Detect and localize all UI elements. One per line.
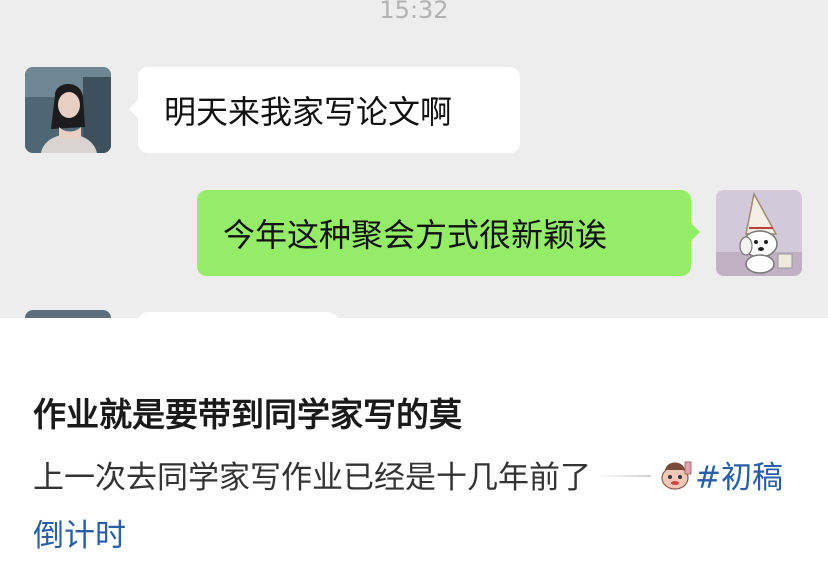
received-message-bubble[interactable]: 明天来我家写论文啊	[129, 67, 520, 153]
cartoon-dog-icon	[716, 190, 802, 276]
sent-message-text: 今年这种聚会方式很新颖诶	[223, 216, 608, 254]
divider-line	[597, 474, 651, 477]
message-timestamp: 15:32	[379, 0, 449, 24]
own-avatar[interactable]	[716, 190, 802, 276]
post-title: 作业就是要带到同学家写的莫	[33, 395, 462, 434]
received-message-text: 明天来我家写论文啊	[164, 93, 453, 131]
post-content: 作业就是要带到同学家写的莫 上一次去同学家写作业已经是十几年前了 #初稿倒计时	[0, 318, 828, 566]
topic-label-continued: 倒计时	[33, 517, 126, 554]
post-body: 上一次去同学家写作业已经是十几年前了 #初稿倒计时	[33, 450, 803, 564]
post-body-text: 上一次去同学家写作业已经是十几年前了	[33, 460, 591, 496]
contact-avatar-partial	[25, 310, 111, 318]
person-photo-icon	[25, 67, 111, 153]
cartoon-sticker-icon	[657, 452, 693, 508]
chat-screenshot: 15:32 明天来我家写论文啊 今年这种聚会方式很新颖诶	[0, 0, 828, 318]
sent-message-bubble[interactable]: 今年这种聚会方式很新颖诶	[197, 190, 700, 276]
topic-label: #初稿	[695, 460, 783, 496]
contact-avatar[interactable]	[25, 67, 111, 153]
